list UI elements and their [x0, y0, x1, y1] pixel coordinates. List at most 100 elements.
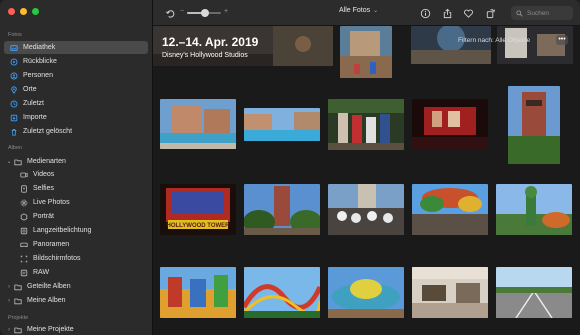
sidebar-item-label: Porträt [33, 213, 55, 220]
photo-thumbnail[interactable] [160, 99, 236, 149]
photo-thumbnail[interactable] [412, 184, 488, 235]
panorama-icon [20, 241, 28, 249]
photo-thumbnail[interactable] [244, 108, 320, 141]
sidebar-item-mediathek[interactable]: Mediathek [4, 41, 148, 54]
selfie-icon [20, 184, 28, 193]
minimize-button[interactable] [20, 8, 27, 15]
photo-thumbnail[interactable] [412, 99, 488, 150]
photo-thumbnail[interactable] [497, 26, 573, 64]
sidebar-item-personen[interactable]: Personen [4, 69, 148, 82]
photo-thumbnail[interactable] [496, 267, 572, 318]
photos-window: Fotos Mediathek Rückblicke Personen Orte… [0, 0, 580, 335]
sidebar-item-label: Medienarten [27, 158, 66, 165]
chevron-right-icon[interactable]: › [6, 327, 12, 333]
photo-thumbnail[interactable] [328, 99, 404, 150]
sidebar-item-live-photos[interactable]: Live Photos [4, 196, 148, 209]
sidebar-item-label: Panoramen [33, 241, 70, 248]
long-exposure-icon [20, 227, 28, 235]
sidebar-item-raw[interactable]: RAW [4, 266, 148, 279]
photo-thumbnail[interactable] [412, 267, 488, 318]
search-field[interactable] [511, 6, 573, 20]
folder-icon [14, 297, 22, 305]
folder-icon [14, 326, 22, 334]
people-icon [10, 72, 18, 80]
section-title-projekte: Projekte [8, 315, 29, 321]
more-button[interactable]: ••• [556, 35, 568, 45]
photo-thumbnail[interactable] [496, 184, 572, 235]
live-photo-icon [20, 199, 28, 207]
view-selector-label: Alle Fotos [339, 7, 371, 14]
photo-thumbnail[interactable] [328, 184, 404, 235]
photo-thumbnail[interactable] [508, 86, 560, 164]
zoom-slider-knob[interactable] [201, 9, 209, 17]
filter-menu[interactable]: Filtern nach: Alle Objekte [458, 37, 530, 44]
sidebar-item-label: Rückblicke [23, 58, 57, 65]
sidebar-item-orte[interactable]: Orte [4, 83, 148, 96]
search-input[interactable] [527, 9, 567, 17]
sidebar-item-label: Live Photos [33, 199, 70, 206]
sidebar-item-label: Mediathek [23, 44, 56, 51]
photo-thumbnail[interactable] [411, 26, 491, 64]
chevron-down-icon[interactable]: ⌄ [6, 158, 12, 165]
photo-thumbnail[interactable] [244, 267, 320, 318]
sidebar-item-label: Videos [33, 171, 55, 178]
zoom-out-label[interactable]: − [180, 8, 184, 15]
sidebar-item-label: Zuletzt gelöscht [23, 128, 73, 135]
sidebar-item-panoramen[interactable]: Panoramen [4, 238, 148, 251]
photo-thumbnail[interactable]: HOLLYWOOD TOWER [160, 184, 236, 235]
moment-title: 12.–14. Apr. 2019 [162, 35, 259, 49]
photo-grid: 12.–14. Apr. 2019 Disney's Hollywood Stu… [153, 26, 580, 335]
sidebar-item-label: Meine Alben [27, 297, 66, 304]
library-icon [10, 44, 18, 52]
info-icon[interactable] [418, 6, 432, 20]
sidebar-item-label: Personen [23, 72, 53, 79]
sidebar-item-zuletzt-geloescht[interactable]: Zuletzt gelöscht [4, 125, 148, 138]
sidebar-item-label: Meine Projekte [27, 326, 74, 333]
search-icon [516, 9, 523, 17]
sidebar-item-bildschirmfotos[interactable]: Bildschirmfotos [4, 252, 148, 265]
sidebar-item-videos[interactable]: Videos [4, 168, 148, 181]
toolbar: − + Alle Fotos ⌄ [153, 0, 580, 26]
folder-icon [14, 283, 22, 291]
photo-thumbnail[interactable] [160, 267, 236, 318]
sidebar-item-portraet[interactable]: Porträt [4, 210, 148, 223]
photo-thumbnail[interactable] [244, 184, 320, 235]
sidebar-item-medienarten[interactable]: ⌄ Medienarten [4, 155, 148, 168]
heart-icon[interactable] [461, 6, 475, 20]
recent-icon [10, 100, 18, 108]
sidebar-item-meine-alben[interactable]: › Meine Alben [4, 294, 148, 307]
sidebar-item-selfies[interactable]: Selfies [4, 182, 148, 195]
sidebar-item-langzeitbelichtung[interactable]: Langzeitbelichtung [4, 224, 148, 237]
sidebar-item-label: Selfies [33, 185, 55, 192]
zoom-button[interactable] [32, 8, 39, 15]
sidebar-item-zuletzt[interactable]: Zuletzt [4, 97, 148, 110]
svg-text:HOLLYWOOD TOWER: HOLLYWOOD TOWER [167, 223, 231, 229]
screenshot-icon [20, 255, 28, 263]
chevron-right-icon[interactable]: › [6, 298, 12, 304]
share-icon[interactable] [440, 6, 454, 20]
chevron-right-icon[interactable]: › [6, 284, 12, 290]
sidebar-item-importe[interactable]: Importe [4, 111, 148, 124]
sidebar-item-label: RAW [33, 269, 50, 276]
sidebar-item-geteilte-alben[interactable]: › Geteilte Alben [4, 280, 148, 293]
trash-icon [10, 128, 18, 136]
sidebar-item-meine-projekte[interactable]: › Meine Projekte [4, 323, 148, 335]
sidebar-item-rueckblicke[interactable]: Rückblicke [4, 55, 148, 68]
sidebar-item-label: Geteilte Alben [27, 283, 71, 290]
section-title-alben: Alben [8, 145, 23, 151]
photo-thumbnail[interactable] [340, 26, 392, 78]
sidebar: Fotos Mediathek Rückblicke Personen Orte… [0, 0, 153, 335]
rotate-icon[interactable] [163, 6, 177, 20]
zoom-slider[interactable] [187, 9, 221, 17]
close-button[interactable] [8, 8, 15, 15]
moment-location[interactable]: Disney's Hollywood Studios [162, 52, 248, 59]
view-selector[interactable]: Alle Fotos ⌄ [339, 7, 378, 14]
sidebar-item-label: Importe [23, 114, 47, 121]
photo-thumbnail[interactable] [328, 267, 404, 318]
window-controls [8, 8, 39, 15]
imports-icon [10, 114, 18, 122]
rotate-rect-icon[interactable] [483, 6, 497, 20]
portrait-icon [20, 212, 28, 221]
zoom-in-label[interactable]: + [224, 8, 228, 15]
sidebar-item-label: Zuletzt [23, 100, 45, 107]
